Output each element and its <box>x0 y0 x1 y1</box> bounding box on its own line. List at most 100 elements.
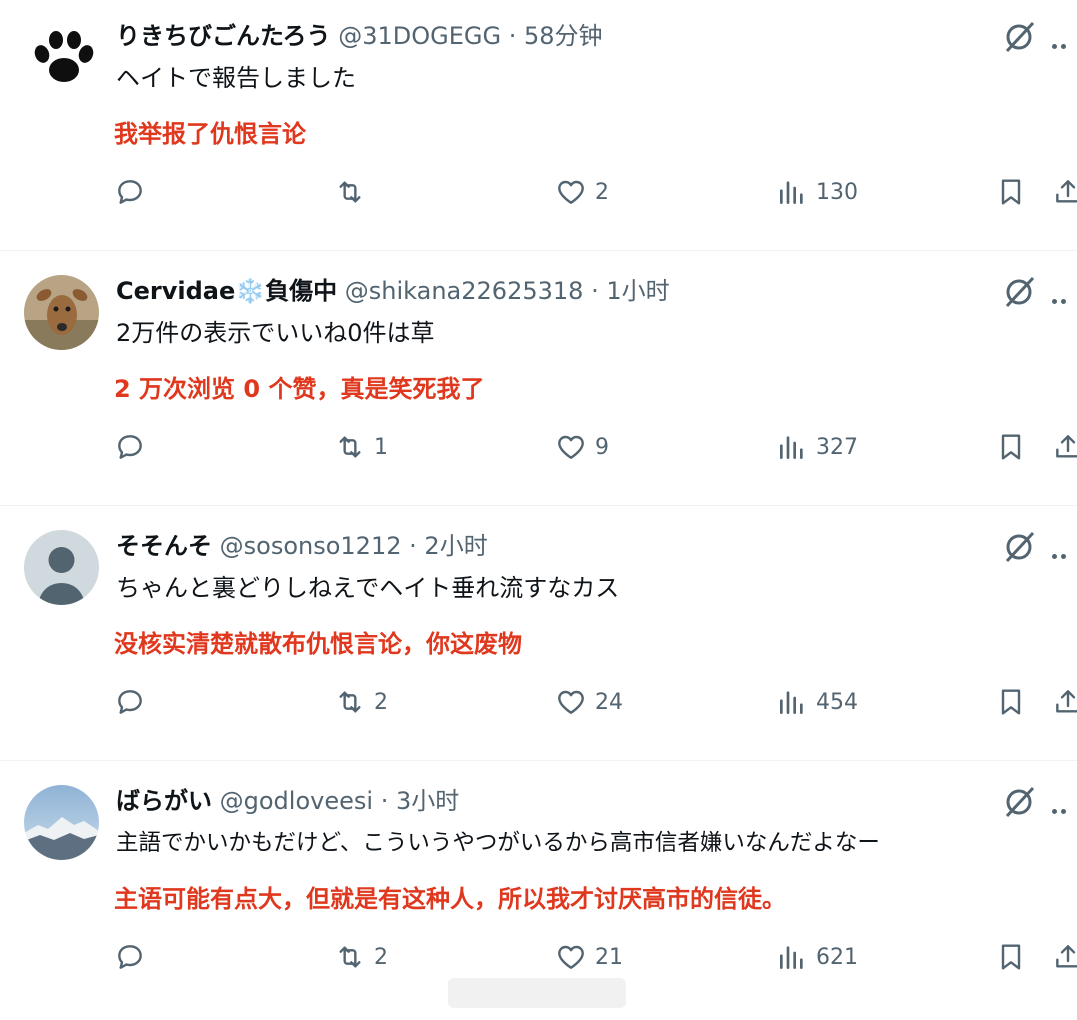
divider <box>0 250 1077 251</box>
display-name[interactable]: りきちびごんたろう <box>116 22 331 50</box>
divider <box>0 505 1077 506</box>
grok-icon[interactable] <box>1002 275 1036 309</box>
display-name[interactable]: Cervidae❄️負傷中 <box>116 277 337 305</box>
reply-icon <box>118 690 142 714</box>
views-icon <box>780 691 803 714</box>
views-button[interactable]: 327 <box>776 429 858 465</box>
grok-icon[interactable] <box>1002 530 1036 564</box>
share-button[interactable] <box>1052 174 1077 210</box>
retweet-icon <box>339 691 361 713</box>
heart-icon <box>558 690 584 714</box>
share-button[interactable] <box>1052 429 1077 465</box>
reply-header: ばらがい @godloveesi · 3小时 <box>116 783 459 819</box>
reply-icon <box>118 435 142 459</box>
share-icon <box>1056 690 1077 713</box>
display-name[interactable]: そそんそ <box>116 532 212 560</box>
views-count: 130 <box>816 179 858 205</box>
views-icon <box>780 181 803 204</box>
timestamp[interactable]: 3小时 <box>396 787 459 815</box>
avatar[interactable] <box>24 275 99 350</box>
reply-text: 主語でかいかもだけど、こういうやつがいるから高市信者嫌いなんだよなー <box>116 830 880 856</box>
reply-text: ちゃんと裏どりしねえでヘイト垂れ流すなカス <box>116 574 620 602</box>
share-button[interactable] <box>1052 939 1077 975</box>
reply-button[interactable] <box>114 429 154 465</box>
separator-dot: · <box>508 22 517 50</box>
bookmark-icon <box>1001 689 1021 715</box>
avatar[interactable] <box>24 530 99 605</box>
like-button[interactable]: 9 <box>555 429 609 465</box>
retweet-button[interactable] <box>334 174 374 210</box>
retweet-count: 1 <box>374 434 388 460</box>
translation-text: 我举报了仇恨言论 <box>114 120 306 148</box>
avatar[interactable] <box>24 785 99 860</box>
reply-icon <box>118 180 142 204</box>
user-handle[interactable]: @sosonso1212 <box>220 532 402 560</box>
bookmark-icon <box>1001 434 1021 460</box>
share-button[interactable] <box>1052 684 1077 720</box>
bookmark-icon <box>1001 179 1021 205</box>
share-icon <box>1056 180 1077 203</box>
display-name[interactable]: ばらがい <box>116 787 212 815</box>
reply-text: 2万件の表示でいいね0件は草 <box>116 319 435 347</box>
more-options-icon[interactable] <box>1052 34 1070 53</box>
heart-icon <box>558 180 584 204</box>
separator-dot: · <box>591 277 599 305</box>
views-icon <box>780 946 803 969</box>
share-icon <box>1056 945 1077 968</box>
timestamp[interactable]: 2小时 <box>424 532 487 560</box>
grok-icon[interactable] <box>1002 20 1036 54</box>
more-options-icon[interactable] <box>1052 544 1070 563</box>
retweet-count: 2 <box>374 689 388 715</box>
reply-header: りきちびごんたろう @31DOGEGG · 58分钟 <box>116 18 603 54</box>
heart-icon <box>558 945 584 969</box>
reply-item[interactable]: りきちびごんたろう @31DOGEGG · 58分钟 ヘイトで報告しました 我举… <box>0 0 1077 255</box>
more-options-icon[interactable] <box>1052 289 1070 308</box>
reply-item[interactable]: Cervidae❄️負傷中 @shikana22625318 · 1小时 2万件… <box>0 255 1077 510</box>
like-count: 9 <box>595 434 609 460</box>
like-count: 24 <box>595 689 623 715</box>
reply-button[interactable] <box>114 174 154 210</box>
share-icon <box>1056 435 1077 458</box>
translation-text: 2 万次浏览 0 个赞，真是笑死我了 <box>114 375 485 403</box>
views-count: 327 <box>816 434 858 460</box>
timestamp[interactable]: 1小时 <box>606 277 669 305</box>
divider <box>0 760 1077 761</box>
user-handle[interactable]: @godloveesi <box>220 787 373 815</box>
like-count: 21 <box>595 944 623 970</box>
separator-dot: · <box>380 787 389 815</box>
user-handle[interactable]: @shikana22625318 <box>345 277 584 305</box>
reply-button[interactable] <box>114 684 154 720</box>
reply-item[interactable]: そそんそ @sosonso1212 · 2小时 ちゃんと裏どりしねえでヘイト垂れ… <box>0 510 1077 765</box>
bookmark-button[interactable] <box>995 429 1027 465</box>
like-button[interactable]: 24 <box>555 684 623 720</box>
views-button[interactable]: 130 <box>776 174 858 210</box>
translation-text: 主语可能有点大，但就是有这种人，所以我才讨厌高市的信徒。 <box>114 885 786 913</box>
more-options-icon[interactable] <box>1052 799 1070 818</box>
timestamp[interactable]: 58分钟 <box>524 22 603 50</box>
views-button[interactable]: 454 <box>776 684 858 720</box>
retweet-icon <box>339 436 361 458</box>
retweet-button[interactable]: 2 <box>334 684 388 720</box>
heart-icon <box>558 435 584 459</box>
retweet-icon <box>339 946 361 968</box>
retweet-button[interactable]: 2 <box>334 939 388 975</box>
grok-icon[interactable] <box>1002 785 1036 819</box>
reply-button[interactable] <box>114 939 154 975</box>
like-count: 2 <box>595 179 609 205</box>
reply-header: そそんそ @sosonso1212 · 2小时 <box>116 528 488 564</box>
like-button[interactable]: 2 <box>555 174 609 210</box>
user-handle[interactable]: @31DOGEGG <box>338 22 501 50</box>
translation-text: 没核实清楚就散布仇恨言论，你这废物 <box>114 630 522 658</box>
retweet-button[interactable]: 1 <box>334 429 388 465</box>
views-button[interactable]: 621 <box>776 939 858 975</box>
reply-header: Cervidae❄️負傷中 @shikana22625318 · 1小时 <box>116 273 670 309</box>
retweet-count: 2 <box>374 944 388 970</box>
bookmark-button[interactable] <box>995 939 1027 975</box>
like-button[interactable]: 21 <box>555 939 623 975</box>
watermark-overlay <box>448 978 626 1008</box>
bookmark-button[interactable] <box>995 174 1027 210</box>
bookmark-button[interactable] <box>995 684 1027 720</box>
separator-dot: · <box>409 532 417 560</box>
avatar[interactable] <box>24 20 99 95</box>
bookmark-icon <box>1001 944 1021 970</box>
